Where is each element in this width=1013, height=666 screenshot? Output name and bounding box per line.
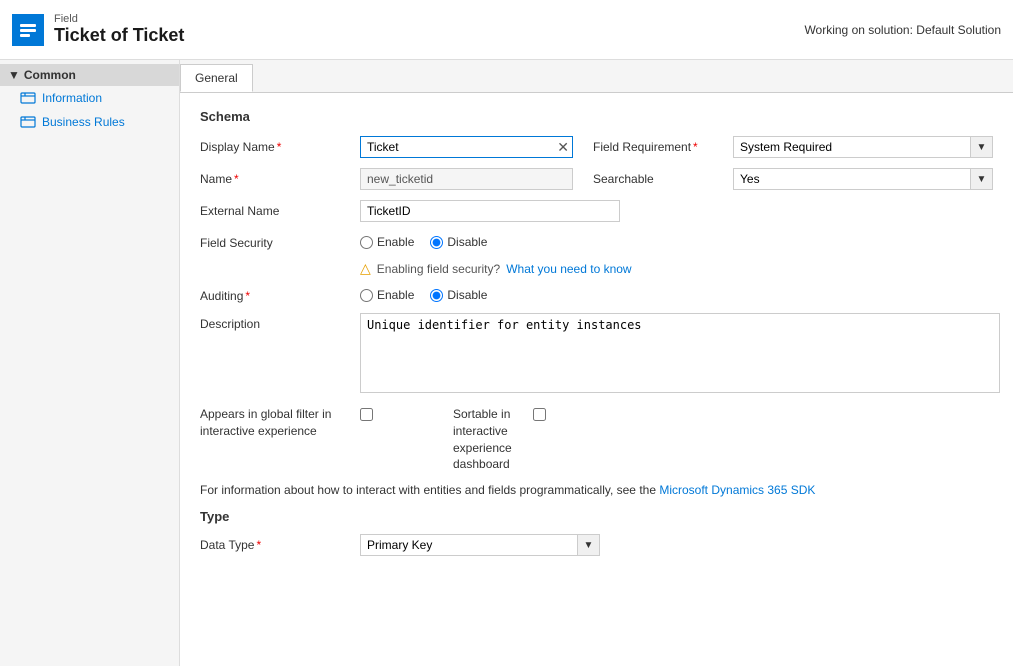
field-requirement-select-wrapper: System Required Business Required Busine… <box>733 136 993 158</box>
field-icon <box>12 14 44 46</box>
display-name-clear-button[interactable]: ✕ <box>557 140 569 154</box>
data-type-label: Data Type* <box>200 534 360 552</box>
display-name-input-wrapper: ✕ <box>360 136 573 158</box>
auditing-enable-radio[interactable] <box>360 289 373 302</box>
field-security-disable-radio[interactable] <box>430 236 443 249</box>
form-container: Schema Display Name* ✕ Field Require <box>180 93 1013 582</box>
name-row: Name* Searchable Yes No <box>200 168 993 190</box>
display-name-label: Display Name* <box>200 136 360 154</box>
sidebar-section-common[interactable]: ▼ Common <box>0 64 179 86</box>
auditing-disable-option[interactable]: Disable <box>430 288 487 302</box>
working-on-label: Working on solution: Default Solution <box>804 23 1001 37</box>
global-filter-label: Appears in global filter in interactive … <box>200 406 360 440</box>
auditing-label: Auditing* <box>200 285 360 303</box>
tabs-bar: General <box>180 60 1013 93</box>
auditing-disable-radio[interactable] <box>430 289 443 302</box>
info-text: For information about how to interact wi… <box>200 483 993 497</box>
warning-icon: △ <box>360 260 371 277</box>
global-filter-checkbox-wrapper <box>360 406 373 424</box>
field-security-row: Field Security Enable Disable <box>200 232 993 250</box>
field-security-disable-option[interactable]: Disable <box>430 235 487 249</box>
warning-link[interactable]: What you need to know <box>506 262 631 276</box>
data-type-control: Primary Key ▼ <box>360 534 993 556</box>
sidebar-item-business-rules[interactable]: Business Rules <box>0 110 179 134</box>
auditing-row: Auditing* Enable Disable <box>200 285 993 303</box>
external-name-label: External Name <box>200 200 360 218</box>
header-title: Field Ticket of Ticket <box>54 13 184 46</box>
description-label: Description <box>200 313 360 331</box>
warning-row: △ Enabling field security? What you need… <box>360 260 993 277</box>
field-security-enable-radio[interactable] <box>360 236 373 249</box>
description-textarea[interactable]: Unique identifier for entity instances <box>360 313 1000 393</box>
global-filter-checkbox[interactable] <box>360 408 373 421</box>
external-name-row: External Name <box>200 200 993 222</box>
field-requirement-label: Field Requirement* <box>573 136 733 154</box>
external-name-input[interactable] <box>360 200 620 222</box>
auditing-enable-option[interactable]: Enable <box>360 288 414 302</box>
data-type-row: Data Type* Primary Key ▼ <box>200 534 993 556</box>
main-content: General Schema Display Name* ✕ <box>180 60 1013 666</box>
data-type-select[interactable]: Primary Key <box>361 535 599 555</box>
description-control: Unique identifier for entity instances <box>360 313 1000 396</box>
information-icon <box>20 90 36 106</box>
name-label: Name* <box>200 168 360 186</box>
sortable-checkbox[interactable] <box>533 408 546 421</box>
type-section-title: Type <box>200 509 993 524</box>
name-control <box>360 168 573 190</box>
collapse-icon: ▼ <box>8 68 20 82</box>
field-security-label: Field Security <box>200 232 360 250</box>
field-requirement-select[interactable]: System Required Business Required Busine… <box>734 137 992 157</box>
data-type-select-wrapper: Primary Key ▼ <box>360 534 600 556</box>
name-input <box>360 168 573 190</box>
searchable-select-wrapper: Yes No ▼ <box>733 168 993 190</box>
tab-general[interactable]: General <box>180 64 253 92</box>
sidebar-business-rules-label: Business Rules <box>42 115 125 129</box>
auditing-radio-group: Enable Disable <box>360 285 993 302</box>
sidebar: ▼ Common Information <box>0 60 180 666</box>
field-security-enable-option[interactable]: Enable <box>360 235 414 249</box>
field-requirement-control: System Required Business Required Busine… <box>733 136 993 158</box>
searchable-select[interactable]: Yes No <box>734 169 992 189</box>
sidebar-item-information[interactable]: Information <box>0 86 179 110</box>
checkbox-row: Appears in global filter in interactive … <box>200 406 993 473</box>
display-name-input[interactable] <box>360 136 573 158</box>
app-header: Field Ticket of Ticket Working on soluti… <box>0 0 1013 60</box>
external-name-control <box>360 200 993 222</box>
header-left: Field Ticket of Ticket <box>12 13 184 46</box>
sortable-label: Sortable in interactive experience dashb… <box>373 406 533 473</box>
field-security-radio-group: Enable Disable <box>360 232 993 249</box>
sortable-checkbox-wrapper <box>533 406 546 424</box>
warning-text: Enabling field security? <box>377 262 500 276</box>
display-name-control: ✕ <box>360 136 573 158</box>
rules-icon <box>20 114 36 130</box>
display-name-row: Display Name* ✕ Field Requirement* <box>200 136 993 158</box>
schema-section-title: Schema <box>200 109 993 124</box>
sidebar-information-label: Information <box>42 91 102 105</box>
title-top: Field <box>54 13 184 25</box>
description-row: Description Unique identifier for entity… <box>200 313 993 396</box>
title-main: Ticket of Ticket <box>54 25 184 46</box>
body: ▼ Common Information <box>0 60 1013 666</box>
sidebar-section-label: Common <box>24 68 76 82</box>
searchable-control: Yes No ▼ <box>733 168 993 190</box>
sdk-link[interactable]: Microsoft Dynamics 365 SDK <box>659 483 815 497</box>
searchable-label: Searchable <box>573 168 733 186</box>
